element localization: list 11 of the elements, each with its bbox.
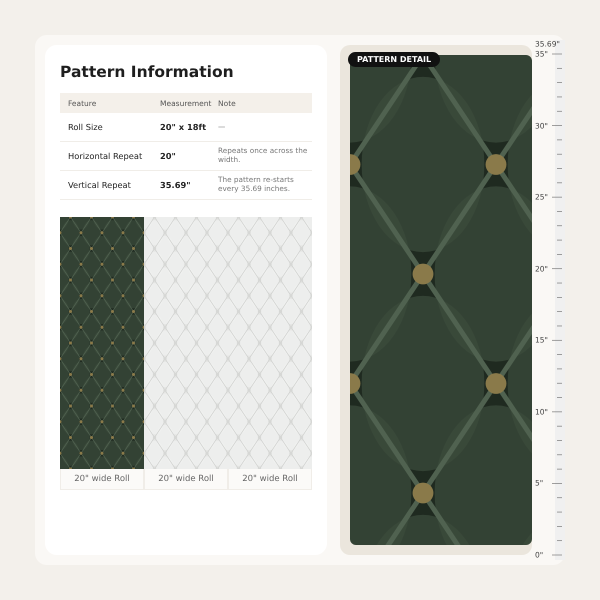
card-title: Pattern Information xyxy=(60,63,235,81)
table-cell: 20" x 18ft xyxy=(152,113,210,142)
table-cell: Roll Size xyxy=(60,113,152,142)
pattern-detail-badge: PATTERN DETAIL xyxy=(348,52,440,67)
roll-caption: 20" wide Roll xyxy=(60,469,144,490)
table-cell: Horizontal Repeat xyxy=(60,142,152,170)
table-cell: 35.69" xyxy=(152,170,210,200)
table-cell: 20" xyxy=(152,142,210,170)
table-cell: Vertical Repeat xyxy=(60,170,152,200)
roll-caption: 20" wide Roll xyxy=(228,469,312,490)
roll-caption: 20" wide Roll xyxy=(144,469,228,490)
